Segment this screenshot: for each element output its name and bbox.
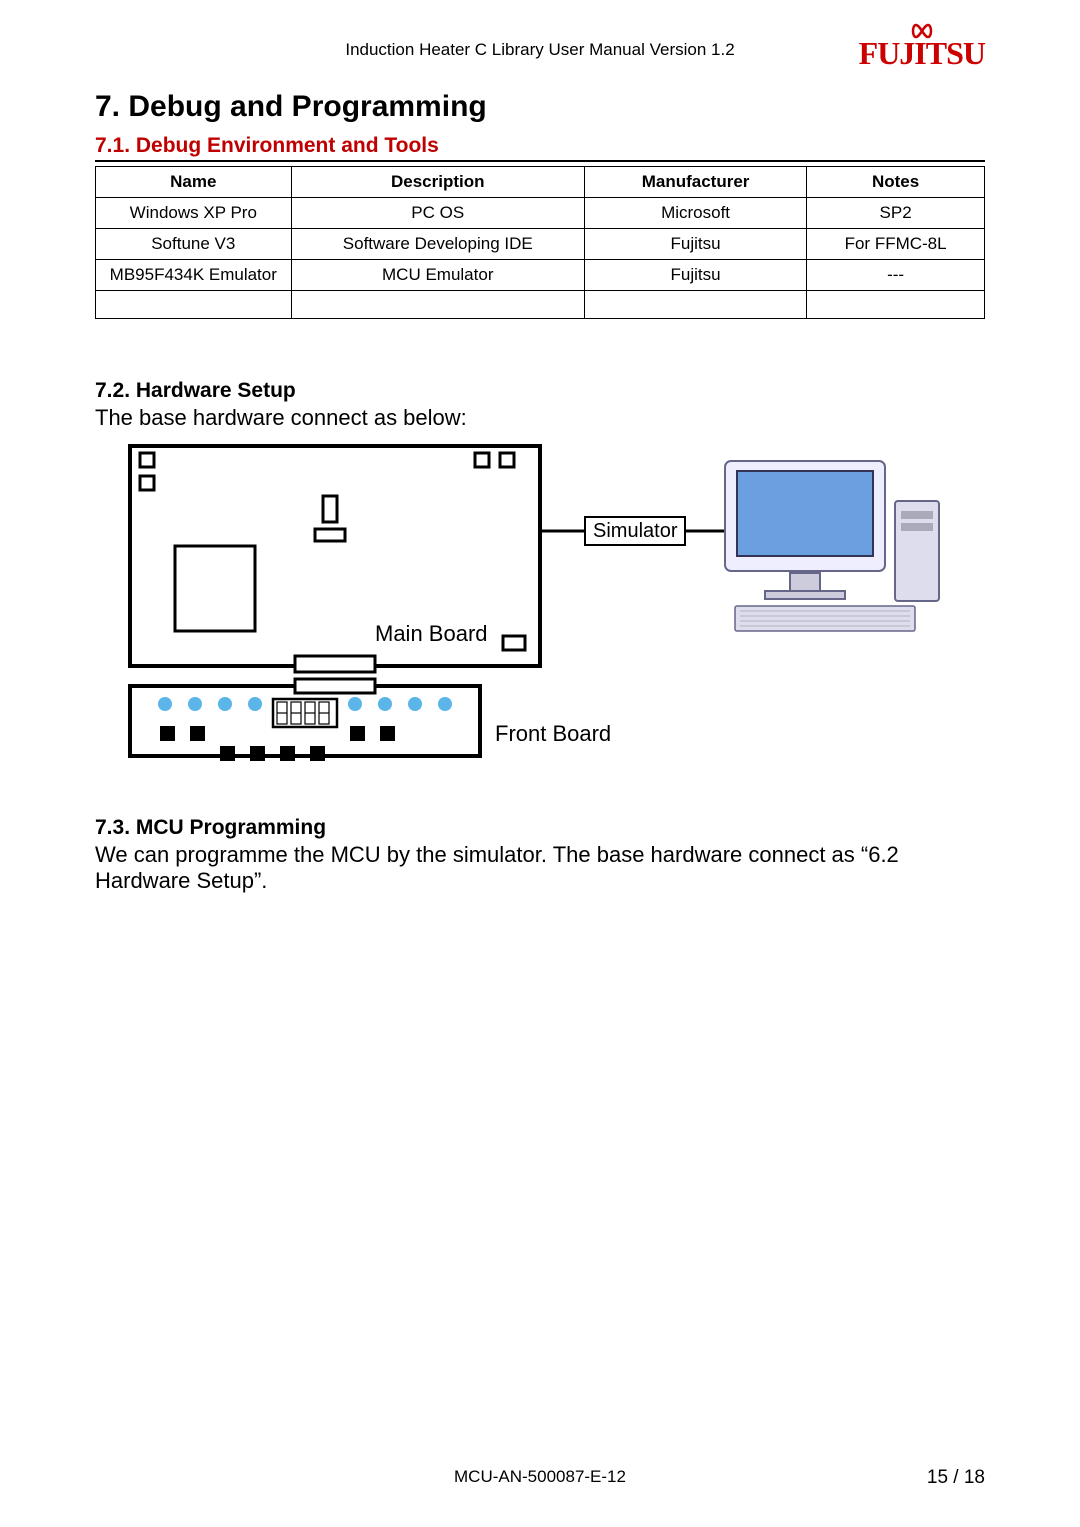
simulator-label: Simulator <box>593 520 678 542</box>
tools-table: Name Description Manufacturer Notes Wind… <box>95 166 985 319</box>
th-name: Name <box>96 167 292 198</box>
cell: SP2 <box>807 198 985 229</box>
hardware-diagram: Main Board Simulator <box>95 441 985 776</box>
th-notes: Notes <box>807 167 985 198</box>
cell: Microsoft <box>584 198 806 229</box>
cell: PC OS <box>291 198 584 229</box>
brand-text: FUJITSU <box>859 35 985 71</box>
table-row: MB95F434K Emulator MCU Emulator Fujitsu … <box>96 260 985 291</box>
cell: MCU Emulator <box>291 260 584 291</box>
th-manufacturer: Manufacturer <box>584 167 806 198</box>
table-row: Windows XP Pro PC OS Microsoft SP2 <box>96 198 985 229</box>
main-board-label: Main Board <box>375 621 488 646</box>
cell: Windows XP Pro <box>96 198 292 229</box>
table-row: Softune V3 Software Developing IDE Fujit… <box>96 229 985 260</box>
th-description: Description <box>291 167 584 198</box>
section-7-3-title: 7.3. MCU Programming <box>95 816 985 840</box>
cell <box>291 291 584 319</box>
section-7-2-title: 7.2. Hardware Setup <box>95 379 985 403</box>
section-7-2-text: The base hardware connect as below: <box>95 405 985 431</box>
heading-main: 7. Debug and Programming <box>95 90 985 124</box>
cell: Fujitsu <box>584 229 806 260</box>
table-header-row: Name Description Manufacturer Notes <box>96 167 985 198</box>
table-row <box>96 291 985 319</box>
cell <box>584 291 806 319</box>
cell: For FFMC-8L <box>807 229 985 260</box>
header-title: Induction Heater C Library User Manual V… <box>345 40 734 59</box>
section-7-1-title: 7.1. Debug Environment and Tools <box>95 134 985 162</box>
cell: Software Developing IDE <box>291 229 584 260</box>
cell <box>96 291 292 319</box>
cell: Fujitsu <box>584 260 806 291</box>
fujitsu-logo: FUJITSU <box>859 35 985 72</box>
front-board-label: Front Board <box>495 721 611 746</box>
cell: MB95F434K Emulator <box>96 260 292 291</box>
cell <box>807 291 985 319</box>
cell: Softune V3 <box>96 229 292 260</box>
footer-docnum: MCU-AN-500087-E-12 <box>454 1467 626 1486</box>
footer-page: 15 / 18 <box>927 1467 985 1489</box>
cell: --- <box>807 260 985 291</box>
section-7-3-text: We can programme the MCU by the simulato… <box>95 842 985 894</box>
